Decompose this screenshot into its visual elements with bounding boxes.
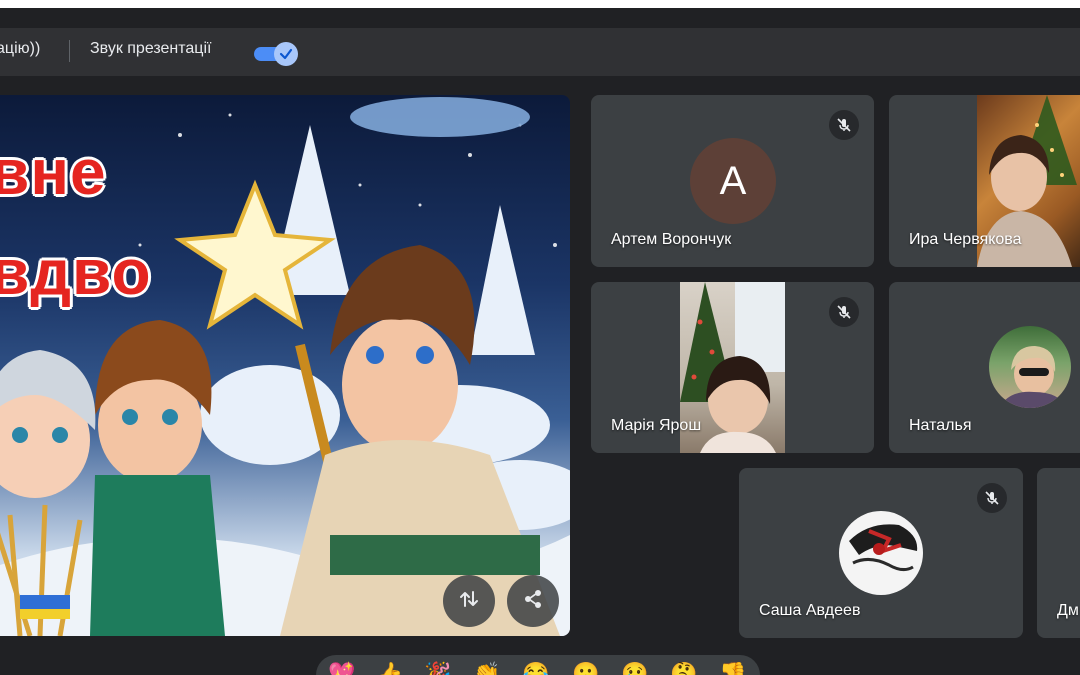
presentation-toolbar: ацію)) Звук презентації	[0, 28, 1080, 76]
reaction-button[interactable]: 👏	[473, 661, 500, 675]
participant-tile[interactable]: Дм	[1037, 468, 1080, 638]
reaction-button[interactable]: 👎	[719, 661, 746, 675]
presentation-sound-toggle[interactable]	[254, 42, 298, 66]
mic-off-icon	[829, 297, 859, 327]
reactions-bar: 💖 👍 🎉 👏 😂 😮 😢 🤔 👎	[316, 655, 760, 675]
presentation-title-line1: вне	[0, 136, 107, 208]
swap-icon	[458, 588, 480, 615]
participant-tile[interactable]: Ира Червякова	[889, 95, 1080, 267]
mic-off-icon	[829, 110, 859, 140]
participant-name: Артем Ворончук	[611, 231, 732, 248]
meet-window: ацію)) Звук презентації вне вдво А Артем…	[0, 8, 1080, 675]
swap-layout-button[interactable]	[443, 575, 495, 627]
avatar	[989, 326, 1071, 408]
reaction-button[interactable]: 💖	[328, 661, 355, 675]
avatar	[839, 511, 923, 595]
reaction-button[interactable]: 🎉	[424, 661, 451, 675]
reaction-button[interactable]: 👍	[376, 661, 403, 675]
share-icon	[522, 588, 544, 615]
avatar: А	[690, 138, 776, 224]
avatar-initial: А	[719, 158, 747, 203]
reaction-button[interactable]: 😂	[522, 661, 549, 675]
participant-tile[interactable]: Саша Авдеев	[739, 468, 1023, 638]
participant-name: Саша Авдеев	[759, 602, 861, 619]
participant-name: Дм	[1057, 602, 1079, 619]
participant-name: Марія Ярош	[611, 417, 702, 434]
share-button[interactable]	[507, 575, 559, 627]
presentation-stage: вне вдво	[0, 95, 570, 636]
mic-off-icon	[977, 483, 1007, 513]
participant-tile[interactable]: А Артем Ворончук	[591, 95, 874, 267]
toolbar-divider	[69, 40, 70, 62]
check-icon	[274, 42, 298, 66]
reaction-button[interactable]: 🤔	[670, 661, 697, 675]
participant-name: Ира Червякова	[909, 231, 1022, 248]
participant-name: Наталья	[909, 417, 972, 434]
stop-presenting-button[interactable]: ацію))	[0, 40, 40, 58]
reaction-button[interactable]: 😮	[572, 661, 599, 675]
reaction-button[interactable]: 😢	[621, 661, 648, 675]
presentation-sound-label: Звук презентації	[90, 40, 212, 57]
participant-tile[interactable]: Марія Ярош	[591, 282, 874, 453]
participant-tile[interactable]: Наталья	[889, 282, 1080, 453]
presentation-title-line2: вдво	[0, 236, 152, 308]
